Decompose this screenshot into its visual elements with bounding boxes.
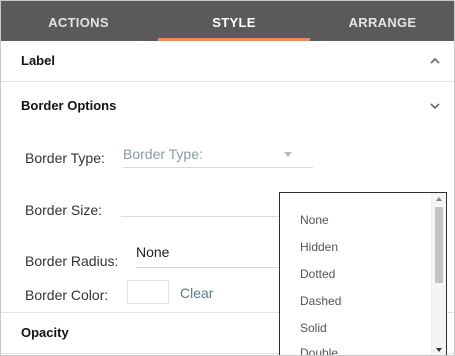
- section-label-header[interactable]: Label: [1, 41, 454, 82]
- dropdown-option[interactable]: Hidden: [300, 240, 338, 254]
- dropdown-option[interactable]: Dotted: [300, 267, 335, 281]
- dropdown-option[interactable]: None: [300, 213, 329, 227]
- chevron-down-icon[interactable]: [428, 99, 442, 113]
- border-color-swatch[interactable]: [127, 280, 169, 304]
- border-type-placeholder: Border Type:: [123, 146, 203, 162]
- border-size-underline: [121, 216, 281, 217]
- tab-style[interactable]: STYLE: [158, 1, 310, 41]
- border-color-label: Border Color:: [25, 287, 109, 303]
- border-type-dropdown: None Hidden Dotted Dashed Solid Double: [279, 192, 447, 355]
- tab-bar: ACTIONS STYLE ARRANGE: [1, 1, 454, 41]
- chevron-up-icon[interactable]: [428, 54, 442, 68]
- scroll-up-arrow-icon[interactable]: [436, 197, 442, 201]
- dropdown-option[interactable]: Double: [300, 346, 338, 355]
- section-opacity-title: Opacity: [21, 325, 69, 340]
- scroll-down-arrow-icon[interactable]: [436, 348, 442, 352]
- scrollbar-thumb[interactable]: [435, 207, 443, 283]
- border-radius-select[interactable]: None: [136, 242, 281, 266]
- dropdown-option[interactable]: Solid: [300, 321, 327, 335]
- border-size-input[interactable]: [121, 199, 281, 217]
- section-border-options-header[interactable]: Border Options: [1, 86, 454, 126]
- border-radius-underline: [136, 267, 281, 268]
- border-radius-value: None: [136, 244, 170, 260]
- tab-arrange[interactable]: ARRANGE: [311, 1, 454, 41]
- clear-color-link[interactable]: Clear: [180, 285, 213, 301]
- caret-down-icon: [284, 152, 292, 157]
- dropdown-option[interactable]: Dashed: [300, 294, 341, 308]
- tab-actions[interactable]: ACTIONS: [1, 1, 156, 41]
- dropdown-scrollbar[interactable]: [431, 193, 446, 355]
- border-radius-label: Border Radius:: [25, 253, 119, 269]
- section-border-options-title: Border Options: [21, 98, 117, 113]
- border-size-label: Border Size:: [25, 202, 103, 218]
- border-type-underline: [123, 167, 313, 168]
- border-type-select[interactable]: Border Type:: [123, 143, 313, 169]
- section-label-title: Label: [21, 53, 55, 68]
- border-type-label: Border Type:: [25, 150, 105, 166]
- style-panel: ACTIONS STYLE ARRANGE Label Border Optio…: [0, 0, 455, 356]
